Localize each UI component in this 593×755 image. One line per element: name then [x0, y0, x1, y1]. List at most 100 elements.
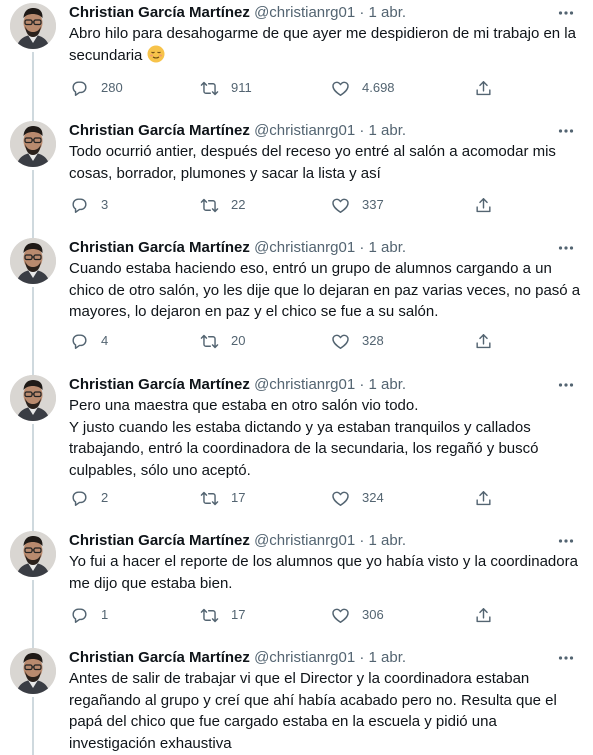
relieved-face-emoji — [147, 45, 165, 63]
avatar[interactable] — [10, 3, 56, 49]
tweet-date[interactable]: 1 abr. — [369, 239, 407, 256]
reply-button[interactable]: 3 — [70, 194, 108, 216]
share-button[interactable] — [474, 487, 493, 509]
tweet-header: Christian García Martínez @christianrg01… — [69, 238, 553, 258]
tweet[interactable]: Christian García Martínez @christianrg01… — [0, 645, 593, 755]
author-name[interactable]: Christian García Martínez — [69, 649, 250, 666]
retweet-button[interactable]: 17 — [200, 487, 245, 509]
retweet-icon — [200, 489, 219, 508]
separator-dot: · — [359, 239, 365, 256]
reply-icon — [70, 332, 89, 351]
retweet-button[interactable]: 911 — [200, 77, 252, 99]
like-count: 328 — [362, 333, 384, 348]
reply-button[interactable]: 280 — [70, 77, 123, 99]
reply-button[interactable]: 2 — [70, 487, 108, 509]
avatar[interactable] — [10, 238, 56, 284]
retweet-icon — [200, 606, 219, 625]
tweet-text: Yo fui a hacer el reporte de los alumnos… — [69, 553, 583, 592]
tweet-date[interactable]: 1 abr. — [369, 376, 407, 393]
author-name[interactable]: Christian García Martínez — [69, 122, 250, 139]
share-button[interactable] — [474, 194, 493, 216]
like-button[interactable]: 328 — [331, 330, 384, 352]
tweet[interactable]: Christian García Martínez @christianrg01… — [0, 528, 593, 645]
tweet-actions: 2 17 324 — [0, 487, 593, 509]
retweet-count: 17 — [231, 607, 246, 622]
reply-button[interactable]: 4 — [70, 330, 108, 352]
author-handle[interactable]: @christianrg01 — [254, 532, 355, 549]
author-handle[interactable]: @christianrg01 — [254, 239, 355, 256]
more-options-icon[interactable] — [557, 239, 575, 257]
like-icon — [331, 196, 350, 215]
reply-count: 280 — [101, 80, 123, 95]
like-button[interactable]: 306 — [331, 604, 384, 626]
more-options-icon[interactable] — [557, 376, 575, 394]
avatar[interactable] — [10, 531, 56, 577]
like-count: 4.698 — [362, 80, 395, 95]
share-icon — [474, 79, 493, 98]
avatar[interactable] — [10, 648, 56, 694]
like-button[interactable]: 324 — [331, 487, 384, 509]
like-count: 337 — [362, 197, 384, 212]
reply-button[interactable]: 1 — [70, 604, 108, 626]
share-button[interactable] — [474, 604, 493, 626]
tweet-text: Cuando estaba haciendo eso, entró un gru… — [69, 260, 585, 320]
author-handle[interactable]: @christianrg01 — [254, 376, 355, 393]
thread-connector-line — [32, 697, 34, 755]
author-name[interactable]: Christian García Martínez — [69, 4, 250, 21]
tweet-header: Christian García Martínez @christianrg01… — [69, 3, 553, 23]
tweet-thread: Christian García Martínez @christianrg01… — [0, 0, 593, 755]
like-button[interactable]: 4.698 — [331, 77, 395, 99]
retweet-icon — [200, 79, 219, 98]
author-handle[interactable]: @christianrg01 — [254, 649, 355, 666]
more-options-icon[interactable] — [557, 122, 575, 140]
tweet[interactable]: Christian García Martínez @christianrg01… — [0, 235, 593, 372]
retweet-button[interactable]: 17 — [200, 604, 245, 626]
tweet-date[interactable]: 1 abr. — [369, 649, 407, 666]
share-icon — [474, 489, 493, 508]
tweet-header: Christian García Martínez @christianrg01… — [69, 121, 553, 141]
reply-icon — [70, 79, 89, 98]
tweet-actions: 1 17 306 — [0, 604, 593, 626]
author-name[interactable]: Christian García Martínez — [69, 376, 250, 393]
retweet-count: 17 — [231, 490, 246, 505]
tweet-date[interactable]: 1 abr. — [369, 122, 407, 139]
more-options-icon[interactable] — [557, 649, 575, 667]
tweet-date[interactable]: 1 abr. — [369, 532, 407, 549]
reply-icon — [70, 489, 89, 508]
tweet[interactable]: Christian García Martínez @christianrg01… — [0, 0, 593, 118]
author-name[interactable]: Christian García Martínez — [69, 532, 250, 549]
reply-count: 2 — [101, 490, 109, 505]
tweet-actions: 4 20 328 — [0, 330, 593, 352]
retweet-count: 20 — [231, 333, 246, 348]
author-name[interactable]: Christian García Martínez — [69, 239, 250, 256]
separator-dot: · — [359, 376, 365, 393]
more-options-icon[interactable] — [557, 4, 575, 22]
like-icon — [331, 79, 350, 98]
avatar[interactable] — [10, 121, 56, 167]
like-icon — [331, 489, 350, 508]
avatar[interactable] — [10, 375, 56, 421]
retweet-button[interactable]: 22 — [200, 194, 245, 216]
separator-dot: · — [359, 649, 365, 666]
more-options-icon[interactable] — [557, 532, 575, 550]
share-icon — [474, 606, 493, 625]
tweet[interactable]: Christian García Martínez @christianrg01… — [0, 118, 593, 235]
tweet[interactable]: Christian García Martínez @christianrg01… — [0, 372, 593, 528]
tweet-header: Christian García Martínez @christianrg01… — [69, 375, 553, 395]
tweet-header: Christian García Martínez @christianrg01… — [69, 648, 553, 668]
share-icon — [474, 332, 493, 351]
retweet-count: 911 — [231, 80, 252, 95]
tweet-actions: 280 911 4.698 — [0, 77, 593, 99]
reply-icon — [70, 196, 89, 215]
tweet-text: Abro hilo para desahogarme de que ayer m… — [69, 23, 585, 66]
retweet-button[interactable]: 20 — [200, 330, 245, 352]
tweet-header: Christian García Martínez @christianrg01… — [69, 531, 553, 551]
author-handle[interactable]: @christianrg01 — [254, 122, 355, 139]
reply-count: 1 — [101, 607, 109, 622]
tweet-actions: 3 22 337 — [0, 194, 593, 216]
author-handle[interactable]: @christianrg01 — [254, 4, 355, 21]
tweet-date[interactable]: 1 abr. — [369, 4, 407, 21]
like-button[interactable]: 337 — [331, 194, 384, 216]
share-button[interactable] — [474, 77, 493, 99]
share-button[interactable] — [474, 330, 493, 352]
